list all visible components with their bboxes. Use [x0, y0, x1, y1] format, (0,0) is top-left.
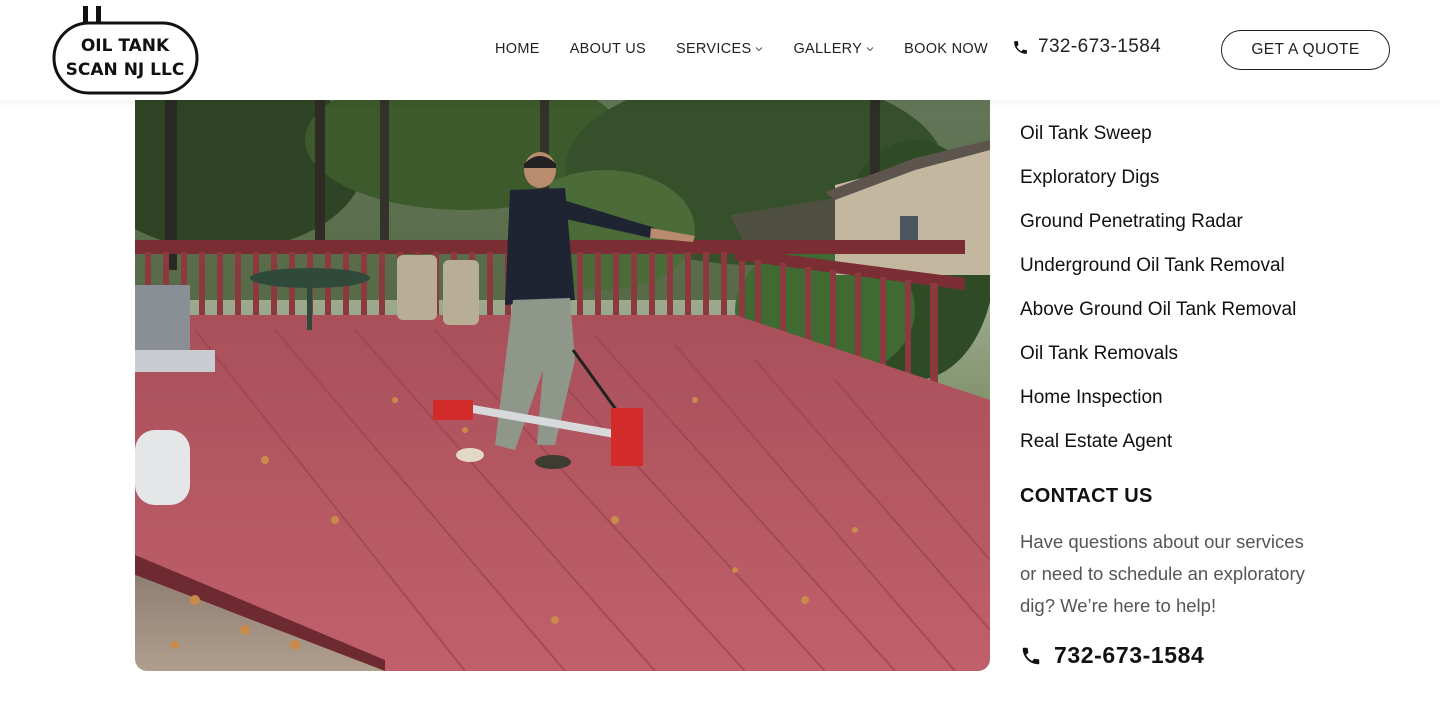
gpr-scan-photo — [135, 100, 990, 671]
main-nav: HOME ABOUT US SERVICES GALLERY BOOK NOW — [480, 38, 1003, 60]
service-link-underground-oil-tank-removal[interactable]: Underground Oil Tank Removal — [1020, 250, 1420, 294]
header-phone-number: 732-673-1584 — [1038, 36, 1162, 57]
service-link-real-estate-agent[interactable]: Real Estate Agent — [1020, 426, 1420, 470]
contact-heading: CONTACT US — [1020, 485, 1153, 507]
service-link-above-ground-oil-tank-removal[interactable]: Above Ground Oil Tank Removal — [1020, 294, 1420, 338]
nav-gallery-label: GALLERY — [793, 41, 863, 57]
nav-services[interactable]: SERVICES — [661, 41, 778, 57]
header-phone-link[interactable]: 732-673-1584 — [1012, 36, 1161, 58]
services-sidebar: Oil Tank Sweep Exploratory Digs Ground P… — [1020, 118, 1420, 669]
nav-book-now[interactable]: BOOK NOW — [889, 41, 1003, 57]
nav-gallery[interactable]: GALLERY — [778, 41, 889, 57]
nav-about-us-label: ABOUT US — [569, 41, 646, 57]
nav-services-label: SERVICES — [675, 41, 752, 57]
nav-home-label: HOME — [495, 41, 540, 57]
site-header: OIL TANK SCAN NJ LLC HOME ABOUT US SERVI… — [0, 0, 1440, 100]
contact-phone-link[interactable]: 732-673-1584 — [1020, 642, 1420, 669]
get-a-quote-button[interactable]: GET A QUOTE — [1221, 30, 1390, 70]
chevron-down-icon — [866, 47, 874, 52]
logo-line-2: SCAN NJ LLC — [66, 60, 185, 80]
service-link-oil-tank-removals[interactable]: Oil Tank Removals — [1020, 338, 1420, 382]
contact-description: Have questions about our services or nee… — [1020, 531, 1305, 616]
contact-phone-number: 732-673-1584 — [1054, 642, 1205, 668]
nav-about-us[interactable]: ABOUT US — [555, 41, 661, 57]
logo-line-1: OIL TANK — [81, 36, 170, 56]
service-link-exploratory-digs[interactable]: Exploratory Digs — [1020, 162, 1420, 206]
nav-home[interactable]: HOME — [480, 41, 555, 57]
chevron-down-icon — [756, 47, 763, 52]
nav-book-now-label: BOOK NOW — [904, 41, 988, 57]
hero-photo — [135, 100, 990, 671]
logo-graphic: OIL TANK SCAN NJ LLC — [52, 6, 199, 95]
site-logo[interactable]: OIL TANK SCAN NJ LLC — [52, 4, 200, 96]
service-link-home-inspection[interactable]: Home Inspection — [1020, 382, 1420, 426]
service-link-ground-penetrating-radar[interactable]: Ground Penetrating Radar — [1020, 206, 1420, 250]
phone-icon — [1022, 647, 1040, 664]
services-list: Oil Tank Sweep Exploratory Digs Ground P… — [1020, 118, 1420, 470]
get-a-quote-label: GET A QUOTE — [1251, 41, 1360, 58]
service-link-oil-tank-sweep[interactable]: Oil Tank Sweep — [1020, 118, 1420, 162]
phone-icon — [1014, 40, 1027, 54]
